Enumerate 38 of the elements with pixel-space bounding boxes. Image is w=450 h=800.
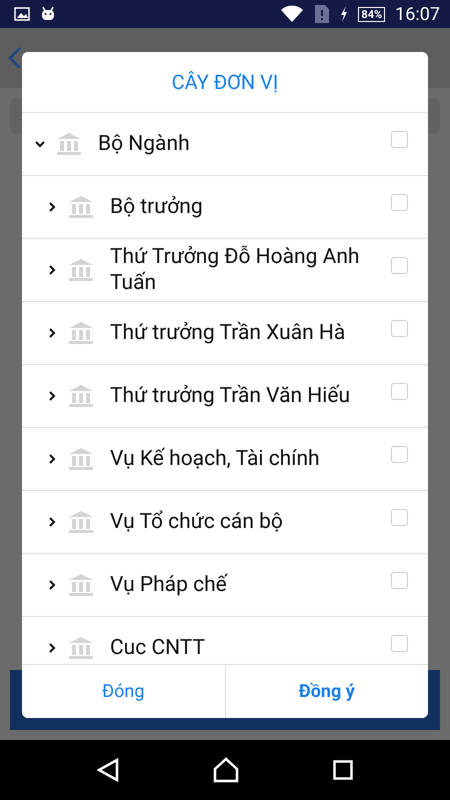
checkbox[interactable]: [391, 446, 408, 463]
checkbox[interactable]: [391, 635, 408, 652]
bank-icon: [68, 258, 94, 282]
battery-level: 84%: [358, 6, 386, 22]
checkbox[interactable]: [391, 320, 408, 337]
checkbox[interactable]: [391, 383, 408, 400]
bank-icon: [68, 510, 94, 534]
bank-icon: [68, 321, 94, 345]
dialog-title: CÂY ĐƠN VỊ: [22, 52, 428, 113]
unit-name[interactable]: Vụ Kế hoạch, Tài chính: [110, 441, 391, 477]
unit-name[interactable]: Thứ trưởng Trần Xuân Hà: [110, 315, 391, 351]
bank-icon: [68, 384, 94, 408]
checkbox[interactable]: [391, 257, 408, 274]
unit-name[interactable]: Thứ Trưởng Đỗ Hoàng Anh Tuấn: [110, 239, 391, 301]
bank-icon: [68, 573, 94, 597]
unit-name[interactable]: Bộ trưởng: [110, 189, 391, 225]
unit-name[interactable]: Bộ Ngành: [98, 126, 391, 162]
charging-icon: [340, 6, 348, 22]
checkbox[interactable]: [391, 572, 408, 589]
sim-alert-icon: [314, 4, 330, 24]
checkbox[interactable]: [391, 131, 408, 148]
image-icon: [14, 7, 30, 21]
home-icon[interactable]: [213, 757, 239, 783]
bank-icon: [68, 636, 94, 660]
unit-name[interactable]: Vụ Pháp chế: [110, 567, 391, 603]
bank-icon: [68, 447, 94, 471]
recents-icon[interactable]: [333, 760, 353, 780]
confirm-button[interactable]: Đồng ý: [224, 665, 428, 718]
wifi-icon: [280, 5, 304, 23]
bank-icon: [56, 132, 82, 156]
checkbox[interactable]: [391, 509, 408, 526]
bank-icon: [68, 195, 94, 219]
unit-name[interactable]: Cuc CNTT: [110, 630, 391, 664]
clock: 16:07: [395, 4, 440, 24]
unit-name[interactable]: Vụ Tổ chức cán bộ: [110, 504, 391, 540]
robot-icon: [40, 6, 56, 22]
checkbox[interactable]: [391, 194, 408, 211]
unit-name[interactable]: Thứ trưởng Trần Văn Hiếu: [110, 378, 391, 414]
